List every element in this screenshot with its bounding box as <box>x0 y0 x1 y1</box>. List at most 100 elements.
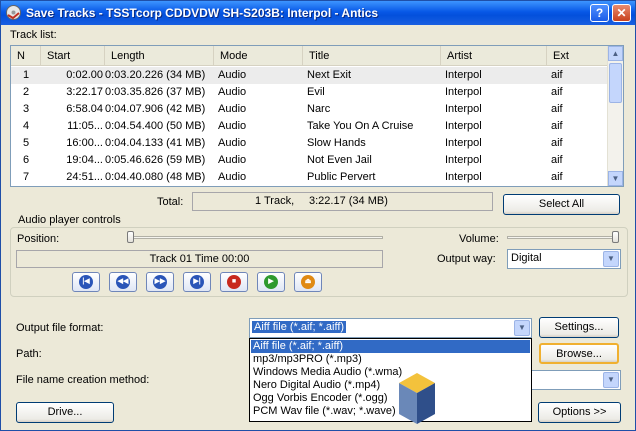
chevron-down-icon[interactable]: ▼ <box>514 320 530 336</box>
path-label: Path: <box>16 348 42 360</box>
track-list-label: Track list: <box>10 29 57 41</box>
first-track-icon: |◀ <box>79 275 93 289</box>
output-way-select[interactable]: Digital ▼ <box>507 249 621 269</box>
cell-artist: Interpol <box>445 154 482 166</box>
cell-mode: Audio <box>218 171 247 183</box>
format-option[interactable]: Nero Digital Audio (*.mp4) <box>251 379 530 392</box>
position-slider-thumb[interactable] <box>127 231 134 243</box>
table-row[interactable]: 6 19:04... 0:05.46.626 (59 MB) Audio Not Eve… <box>11 152 609 169</box>
track-list-scrollbar[interactable]: ▲ ▼ <box>607 46 623 186</box>
cell-length: 0:03.35.826 (37 MB) <box>105 86 206 98</box>
cell-n: 2 <box>23 86 30 98</box>
cell-n: 4 <box>23 120 30 132</box>
cell-artist: Interpol <box>445 137 482 149</box>
scroll-down-icon[interactable]: ▼ <box>608 171 623 186</box>
total-field: 1 Track, 3:22.17 (34 MB) <box>192 192 493 211</box>
output-format-dropdown-list[interactable]: Aiff file (*.aif; *.aiff) mp3/mp3PRO (*.… <box>249 338 532 422</box>
cell-ext: aif <box>551 69 563 81</box>
cell-n: 6 <box>23 154 30 166</box>
table-row[interactable]: 1 0:02.00 0:03.20.226 (34 MB) Audio Next Exi… <box>11 67 609 84</box>
fast-forward-icon: ▶▶ <box>153 275 167 289</box>
stop-button[interactable]: ■ <box>220 272 248 292</box>
column-header-length[interactable]: Length <box>105 46 214 66</box>
cell-start: 11:05... <box>67 120 103 132</box>
format-option[interactable]: PCM Wav file (*.wav; *.wave) <box>251 405 530 418</box>
total-time: 3:22.17 (34 MB) <box>309 195 388 207</box>
output-format-select[interactable]: Aiff file (*.aif; *.aiff) ▼ <box>249 318 532 338</box>
options-button[interactable]: Options >> <box>538 402 621 423</box>
cell-length: 0:04.04.133 (41 MB) <box>105 137 206 149</box>
help-button[interactable]: ? <box>590 4 609 22</box>
cell-artist: Interpol <box>445 103 482 115</box>
position-label: Position: <box>17 233 60 245</box>
cell-mode: Audio <box>218 86 247 98</box>
close-button[interactable]: ✕ <box>612 4 631 22</box>
last-track-button[interactable]: ▶| <box>183 272 211 292</box>
cell-ext: aif <box>551 154 563 166</box>
column-header-artist[interactable]: Artist <box>441 46 547 66</box>
cell-title: Narc <box>307 103 331 115</box>
cell-mode: Audio <box>218 103 247 115</box>
settings-button[interactable]: Settings... <box>539 317 619 338</box>
cell-start: 0:02.00 <box>66 69 103 81</box>
title-bar[interactable]: Save Tracks - TSSTcorp CDDVDW SH-S203B: … <box>1 1 635 25</box>
cell-start: 16:00... <box>66 137 103 149</box>
eject-button[interactable]: ⏏ <box>294 272 322 292</box>
cell-ext: aif <box>551 137 563 149</box>
cell-artist: Interpol <box>445 86 482 98</box>
cell-n: 7 <box>23 171 30 183</box>
format-option[interactable]: Windows Media Audio (*.wma) <box>251 366 530 379</box>
position-slider-track[interactable] <box>127 236 383 239</box>
volume-label: Volume: <box>459 233 499 245</box>
table-row[interactable]: 3 6:58.04 0:04.07.906 (42 MB) Audio Narc Inte… <box>11 101 609 118</box>
eject-icon: ⏏ <box>301 275 315 289</box>
cell-start: 3:22.17 <box>66 86 103 98</box>
volume-slider-track[interactable] <box>507 236 619 239</box>
column-header-title[interactable]: Title <box>303 46 441 66</box>
table-row[interactable]: 7 24:51... 0:04.40.080 (48 MB) Audio Public … <box>11 169 609 186</box>
play-button[interactable]: ▶ <box>257 272 285 292</box>
total-tracks: 1 Track, <box>255 195 295 207</box>
cell-artist: Interpol <box>445 120 482 132</box>
cell-title: Slow Hands <box>307 137 366 149</box>
cell-ext: aif <box>551 86 563 98</box>
format-option[interactable]: mp3/mp3PRO (*.mp3) <box>251 353 530 366</box>
select-all-button[interactable]: Select All <box>503 194 620 215</box>
scroll-up-icon[interactable]: ▲ <box>608 46 623 61</box>
cell-title: Public Pervert <box>307 171 376 183</box>
format-option[interactable]: Aiff file (*.aif; *.aiff) <box>251 340 530 353</box>
cell-start: 19:04... <box>66 154 103 166</box>
column-header-mode[interactable]: Mode <box>214 46 303 66</box>
cell-ext: aif <box>551 171 563 183</box>
rewind-icon: ◀◀ <box>116 275 130 289</box>
column-header-n[interactable]: N <box>11 46 41 66</box>
drive-button[interactable]: Drive... <box>16 402 114 423</box>
format-option[interactable]: Ogg Vorbis Encoder (*.ogg) <box>251 392 530 405</box>
cell-artist: Interpol <box>445 69 482 81</box>
output-way-label: Output way: <box>437 253 496 265</box>
cube-watermark-icon <box>399 373 435 424</box>
scroll-thumb[interactable] <box>609 63 622 103</box>
naming-method-select[interactable]: ▼ <box>521 370 621 390</box>
cell-length: 0:04.07.906 (42 MB) <box>105 103 206 115</box>
cell-n: 1 <box>23 69 30 81</box>
browse-button[interactable]: Browse... <box>539 343 619 364</box>
table-row[interactable]: 4 11:05... 0:04.54.400 (50 MB) Audio Take Yo… <box>11 118 609 135</box>
table-row[interactable]: 2 3:22.17 0:03.35.826 (37 MB) Audio Evil Inte… <box>11 84 609 101</box>
column-header-ext[interactable]: Ext <box>547 46 609 66</box>
chevron-down-icon[interactable]: ▼ <box>603 251 619 267</box>
player-status: Track 01 Time 00:00 <box>16 250 383 268</box>
table-row[interactable]: 5 16:00... 0:04.04.133 (41 MB) Audio Slow Ha… <box>11 135 609 152</box>
volume-slider-thumb[interactable] <box>612 231 619 243</box>
cell-title: Next Exit <box>307 69 352 81</box>
column-header-start[interactable]: Start <box>41 46 105 66</box>
save-tracks-window: Save Tracks - TSSTcorp CDDVDW SH-S203B: … <box>0 0 636 431</box>
disc-app-icon <box>6 5 21 20</box>
cell-length: 0:04.40.080 (48 MB) <box>105 171 206 183</box>
cell-mode: Audio <box>218 137 247 149</box>
chevron-down-icon[interactable]: ▼ <box>603 372 619 388</box>
fast-forward-button[interactable]: ▶▶ <box>146 272 174 292</box>
rewind-button[interactable]: ◀◀ <box>109 272 137 292</box>
track-list-table[interactable]: N Start Length Mode Title Artist Ext 1 0:… <box>10 45 624 187</box>
first-track-button[interactable]: |◀ <box>72 272 100 292</box>
